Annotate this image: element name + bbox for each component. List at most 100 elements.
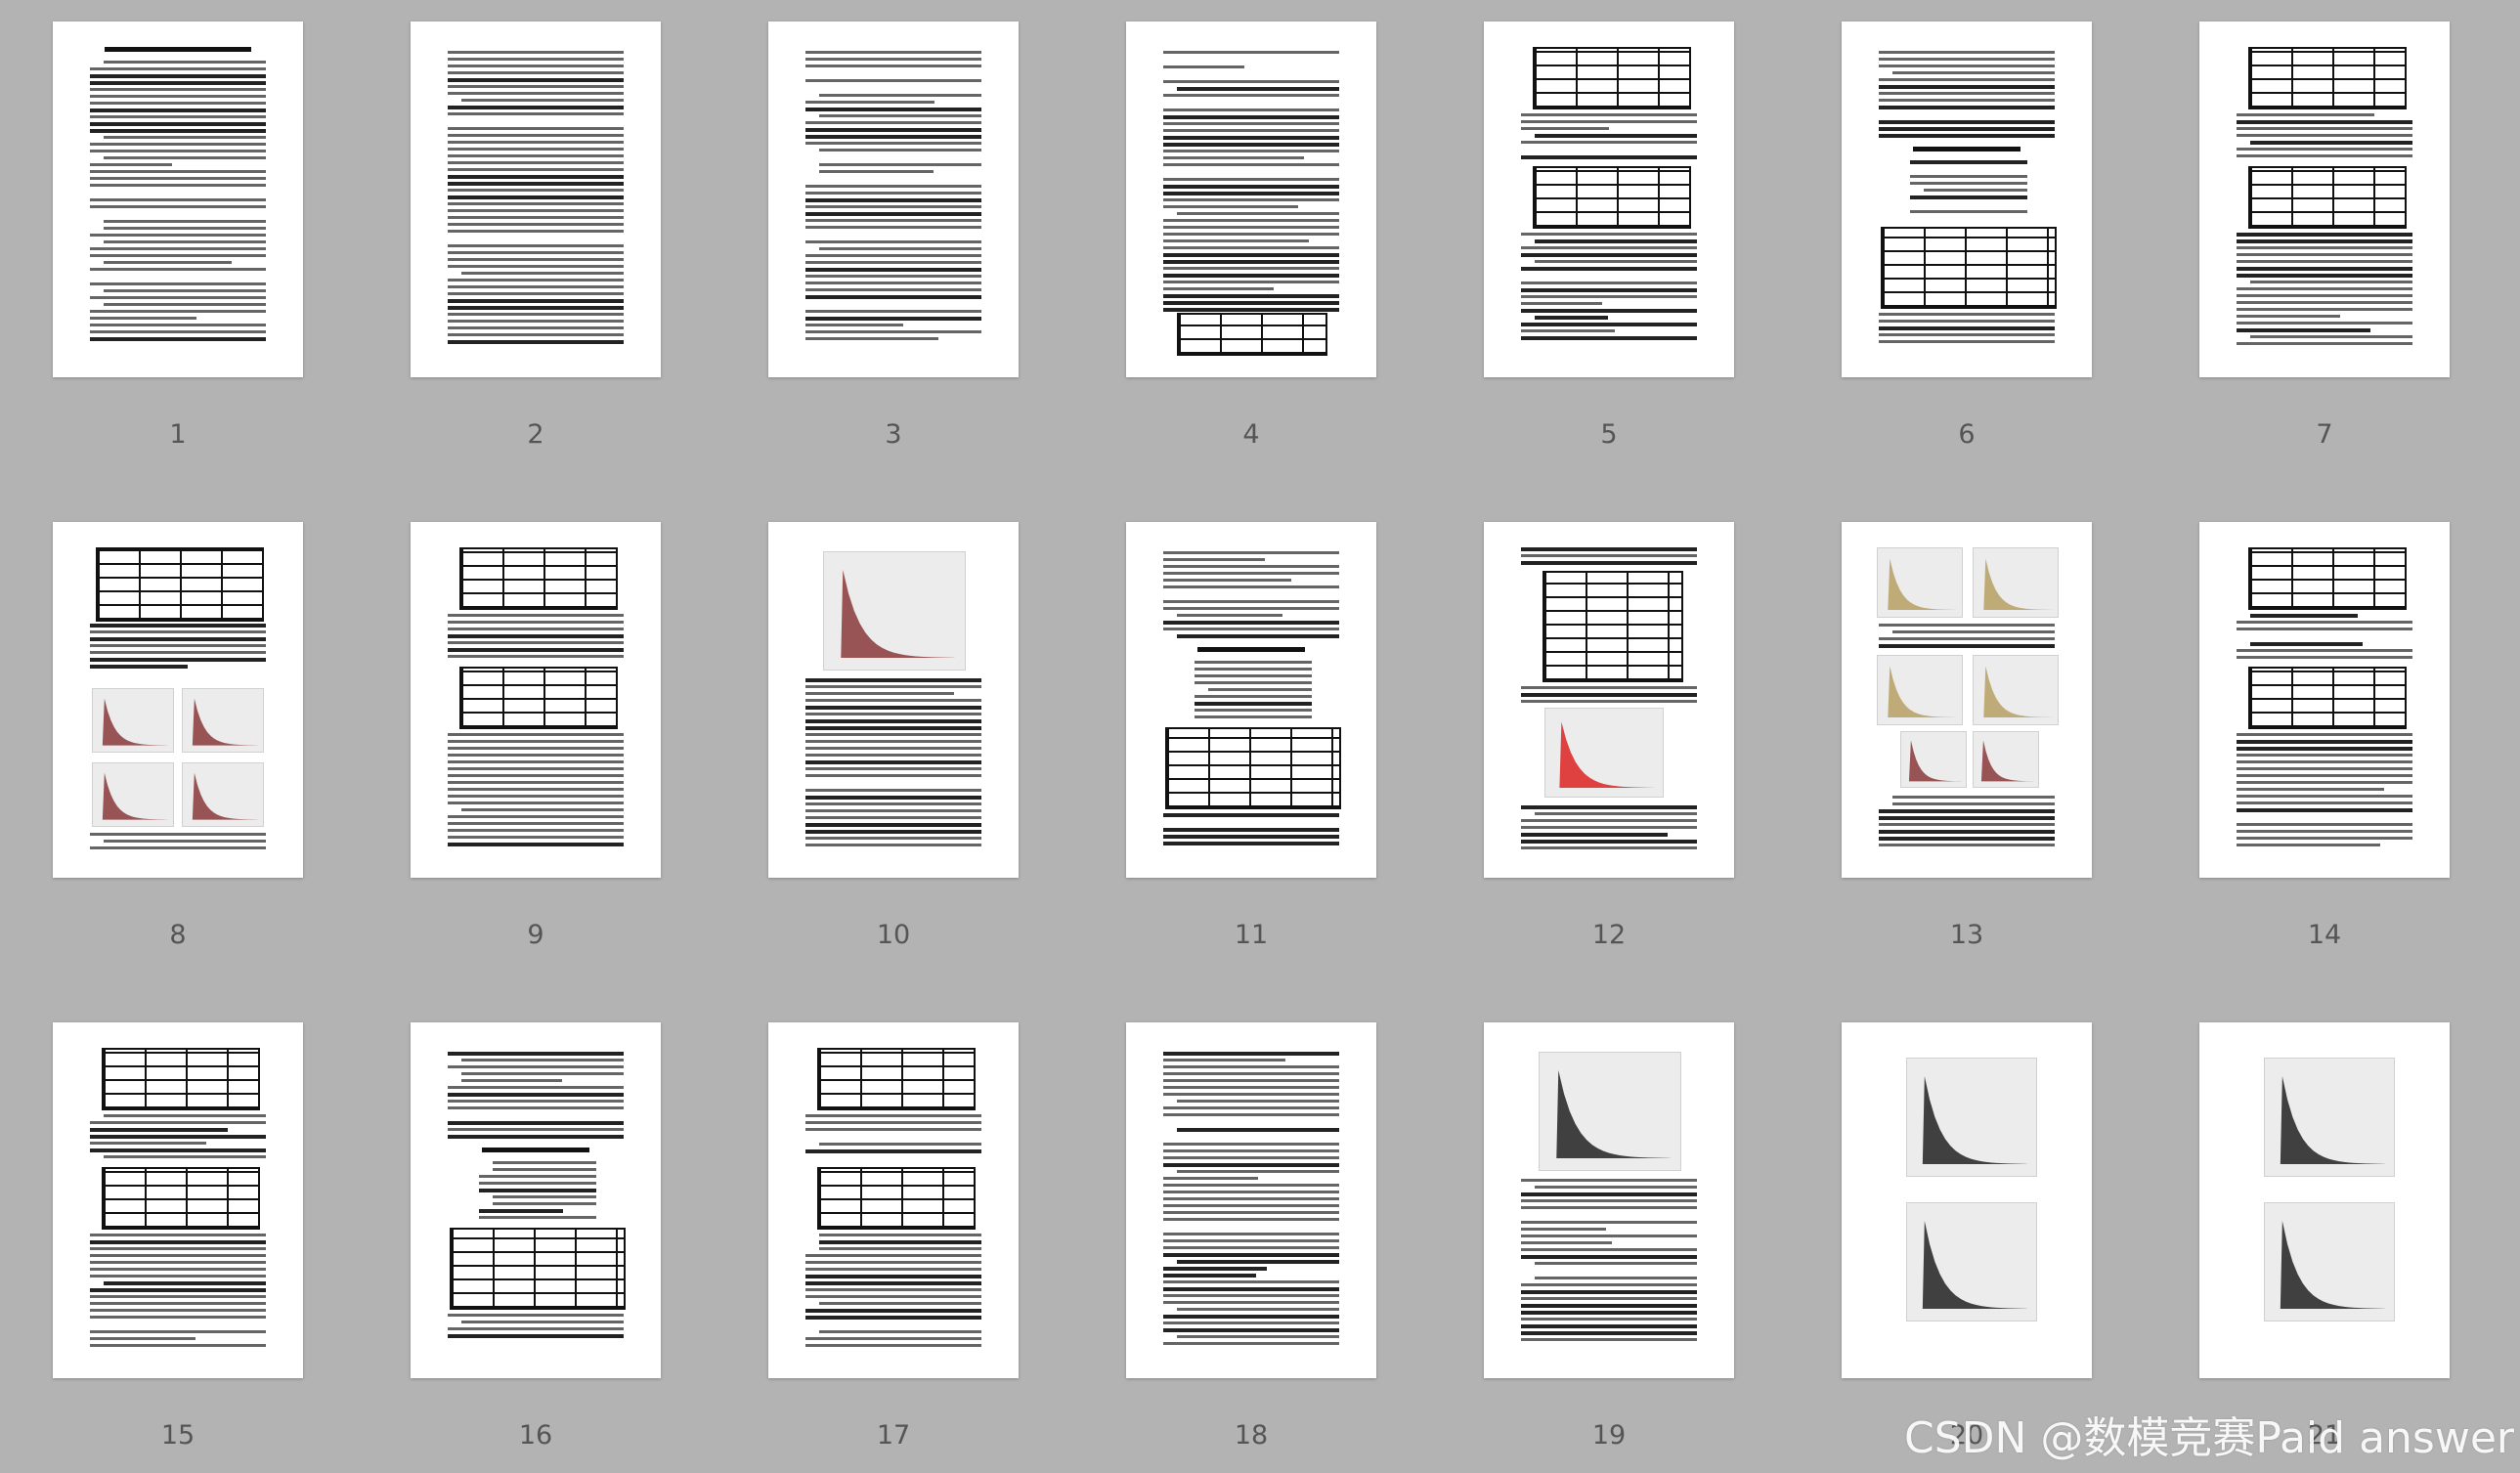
page-thumbnail[interactable]: 7 bbox=[2199, 22, 2450, 450]
page-preview[interactable] bbox=[768, 522, 1019, 878]
text-line bbox=[805, 1337, 981, 1340]
text-line bbox=[448, 127, 624, 130]
page-preview[interactable] bbox=[411, 522, 661, 878]
text-line bbox=[1521, 547, 1697, 551]
page-preview[interactable] bbox=[1126, 1022, 1376, 1378]
text-line bbox=[1163, 1177, 1259, 1180]
text-line bbox=[1163, 1149, 1339, 1152]
text-line bbox=[805, 79, 981, 82]
page-thumbnail[interactable]: 20 bbox=[1842, 1022, 2092, 1451]
page-preview[interactable] bbox=[1842, 522, 2092, 878]
text-line bbox=[104, 840, 266, 843]
text-line bbox=[448, 1052, 624, 1056]
page-thumbnail[interactable]: 2 bbox=[411, 22, 661, 450]
page-thumbnail[interactable]: 21 bbox=[2199, 1022, 2450, 1451]
text-line bbox=[1163, 1274, 1257, 1278]
page-thumbnail[interactable]: 11 bbox=[1126, 522, 1376, 950]
page-preview[interactable] bbox=[1126, 22, 1376, 377]
page-preview[interactable] bbox=[411, 22, 661, 377]
page-preview[interactable] bbox=[768, 1022, 1019, 1378]
text-line bbox=[2237, 844, 2381, 846]
text-line bbox=[1163, 1294, 1339, 1297]
table bbox=[1177, 313, 1327, 356]
text-line bbox=[90, 122, 266, 126]
text-line bbox=[90, 1302, 266, 1305]
text-line bbox=[448, 279, 624, 282]
page-thumbnail[interactable]: 1 bbox=[53, 22, 303, 450]
text-line bbox=[1163, 80, 1339, 83]
text-line bbox=[805, 809, 981, 812]
text-line bbox=[1521, 693, 1697, 697]
text-line bbox=[1521, 819, 1697, 822]
page-thumbnail[interactable]: 9 bbox=[411, 522, 661, 950]
page-heading bbox=[1197, 647, 1305, 652]
text-line bbox=[1521, 1290, 1697, 1294]
text-line bbox=[1163, 163, 1339, 166]
text-line bbox=[1163, 607, 1339, 610]
text-line bbox=[805, 1316, 981, 1320]
page-preview[interactable] bbox=[411, 1022, 661, 1378]
page-thumbnail[interactable]: 19 bbox=[1484, 1022, 1734, 1451]
page-preview[interactable] bbox=[2199, 1022, 2450, 1378]
page-thumbnail[interactable]: 10 bbox=[768, 522, 1019, 950]
page-preview[interactable] bbox=[1484, 22, 1734, 377]
table bbox=[459, 667, 618, 729]
text-line bbox=[1163, 294, 1339, 298]
page-thumbnail[interactable]: 15 bbox=[53, 1022, 303, 1451]
page-thumbnail[interactable]: 14 bbox=[2199, 522, 2450, 950]
page-thumbnail[interactable]: 17 bbox=[768, 1022, 1019, 1451]
page-thumbnail[interactable]: 13 bbox=[1842, 522, 2092, 950]
page-preview[interactable] bbox=[1126, 522, 1376, 878]
page-preview[interactable] bbox=[2199, 22, 2450, 377]
text-line bbox=[805, 1275, 981, 1278]
text-line bbox=[805, 699, 981, 702]
text-line bbox=[2237, 148, 2412, 151]
text-line bbox=[1163, 600, 1339, 603]
text-line bbox=[448, 1106, 624, 1109]
page-thumbnail[interactable]: 4 bbox=[1126, 22, 1376, 450]
figure bbox=[823, 551, 966, 671]
page-preview[interactable] bbox=[53, 1022, 303, 1378]
page-preview[interactable] bbox=[53, 522, 303, 878]
text-line bbox=[805, 740, 981, 743]
text-line bbox=[1910, 195, 2027, 199]
text-line bbox=[1163, 1342, 1339, 1345]
page-thumbnail[interactable]: 6 bbox=[1842, 22, 2092, 450]
text-line bbox=[90, 624, 266, 628]
page-preview[interactable] bbox=[1842, 22, 2092, 377]
page-thumbnail[interactable]: 18 bbox=[1126, 1022, 1376, 1451]
page-preview[interactable] bbox=[1484, 522, 1734, 878]
text-line bbox=[461, 1321, 624, 1323]
page-thumbnail[interactable]: 3 bbox=[768, 22, 1019, 450]
page-preview[interactable] bbox=[768, 22, 1019, 377]
text-line bbox=[1879, 326, 2055, 330]
text-line bbox=[1177, 1260, 1339, 1264]
page-preview[interactable] bbox=[1484, 1022, 1734, 1378]
text-line bbox=[479, 1182, 596, 1185]
table bbox=[1533, 47, 1691, 109]
text-line bbox=[805, 240, 981, 243]
page-preview[interactable] bbox=[53, 22, 303, 377]
page-thumbnail[interactable]: 12 bbox=[1484, 522, 1734, 950]
page-number: 2 bbox=[527, 419, 544, 450]
text-line bbox=[805, 135, 981, 139]
text-line bbox=[448, 822, 624, 825]
figure bbox=[182, 688, 264, 753]
page-thumbnail[interactable]: 16 bbox=[411, 1022, 661, 1451]
figure bbox=[182, 762, 264, 827]
page-thumbnail[interactable]: 5 bbox=[1484, 22, 1734, 450]
figure bbox=[1973, 655, 2059, 725]
figure bbox=[92, 688, 174, 753]
text-line bbox=[1535, 1277, 1697, 1279]
text-line bbox=[805, 1281, 981, 1285]
page-preview[interactable] bbox=[2199, 522, 2450, 878]
page-preview[interactable] bbox=[1842, 1022, 2092, 1378]
text-line bbox=[1163, 1079, 1339, 1082]
text-line bbox=[90, 247, 266, 250]
text-line bbox=[1163, 1280, 1339, 1283]
text-line bbox=[448, 801, 624, 804]
table bbox=[2248, 166, 2407, 229]
text-line bbox=[1163, 185, 1339, 189]
text-line bbox=[448, 795, 624, 798]
page-thumbnail[interactable]: 8 bbox=[53, 522, 303, 950]
